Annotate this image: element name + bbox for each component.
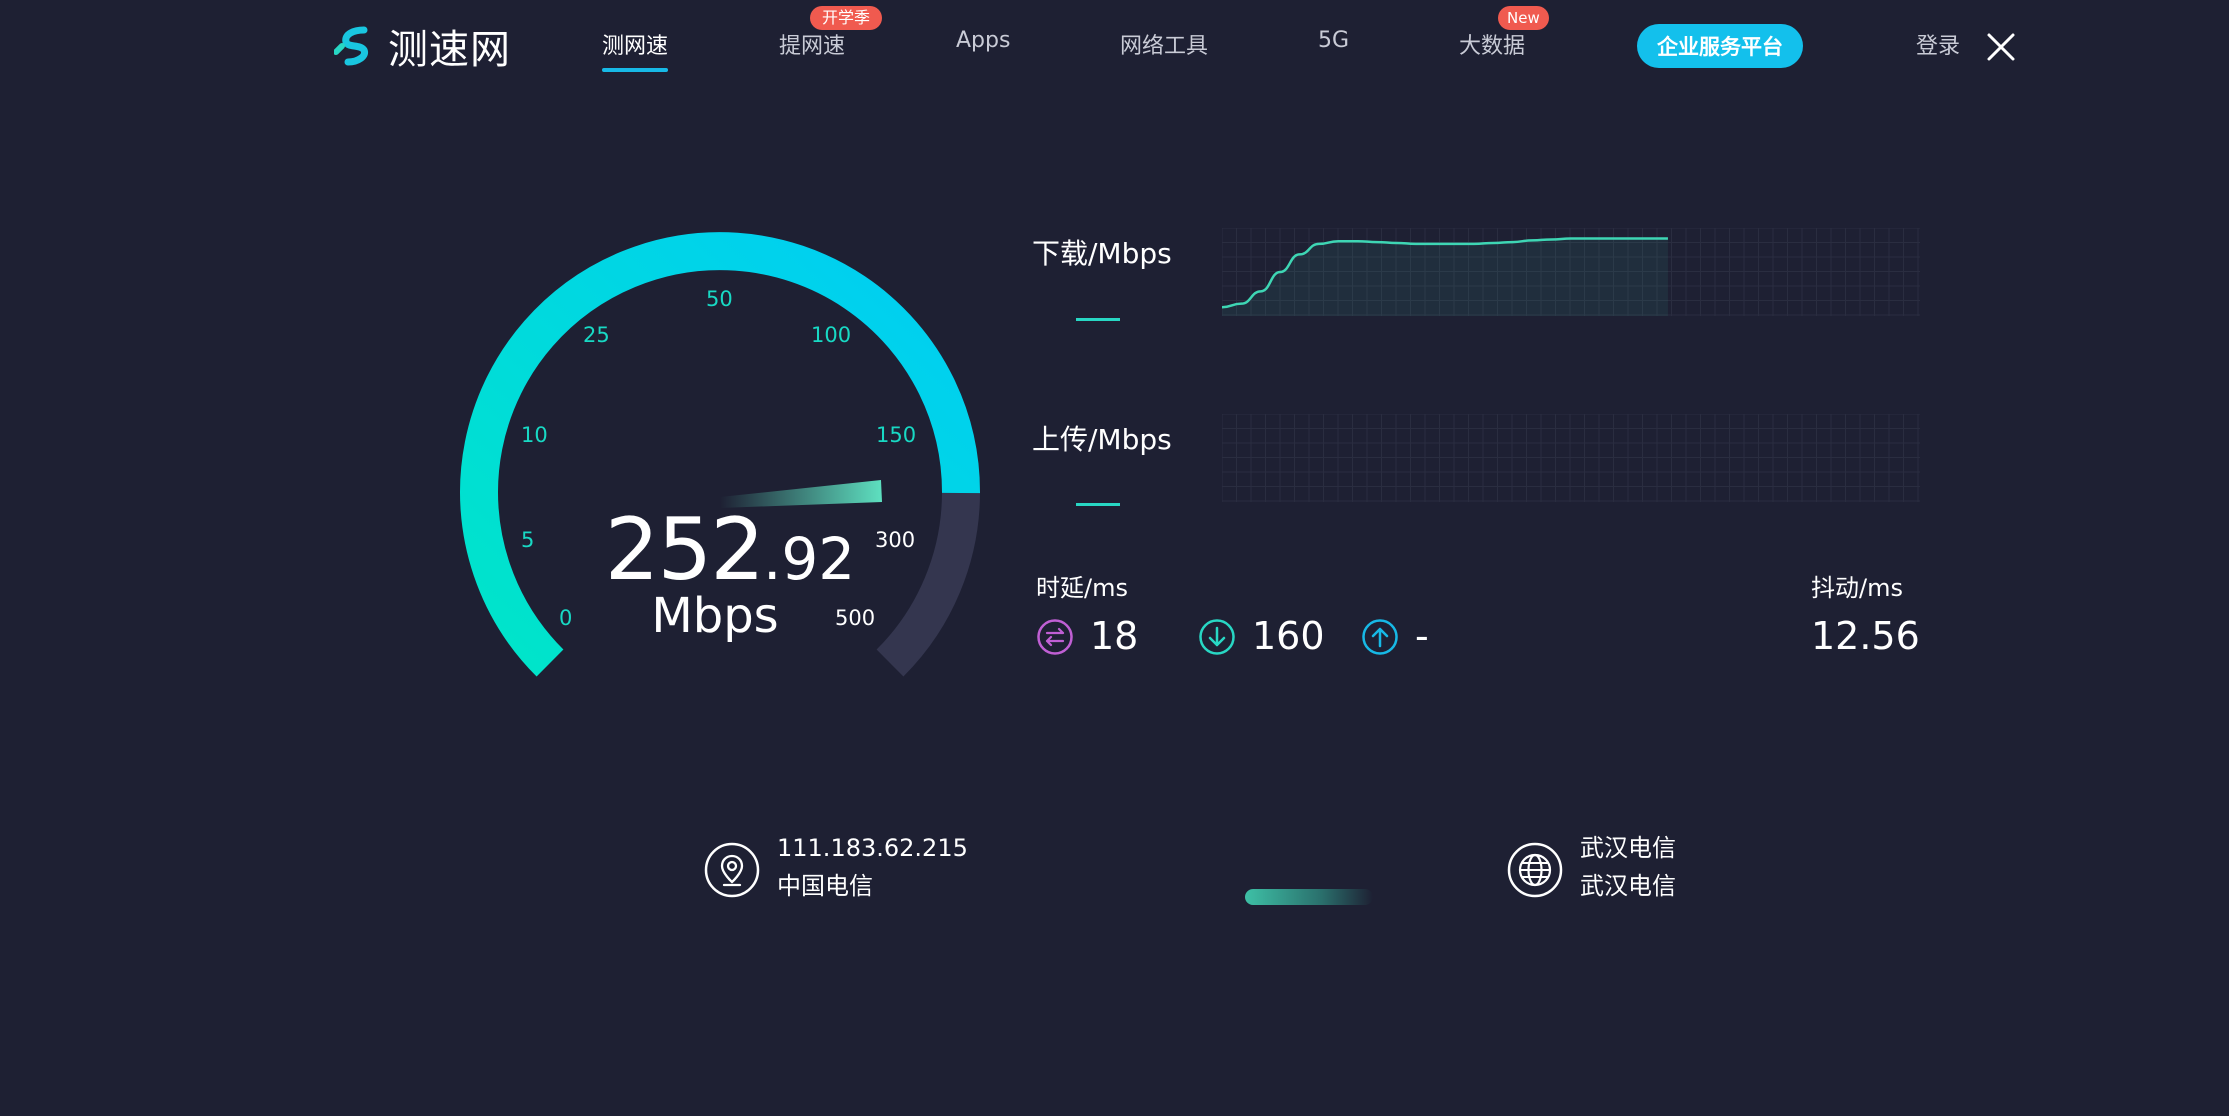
jitter-value: 12.56 — [1811, 614, 1920, 658]
gauge-tick: 0 — [559, 606, 573, 630]
speed-readout: 252.92 — [580, 500, 880, 600]
gauge-tick: 25 — [583, 323, 610, 347]
gauge-tick: 50 — [706, 287, 733, 311]
new-badge: New — [1498, 6, 1549, 30]
server-info: 武汉电信 武汉电信 — [1580, 829, 1676, 905]
nav-label: Apps — [956, 28, 1011, 53]
client-info: 111.183.62.215 中国电信 — [777, 829, 968, 905]
upload-chart — [1222, 414, 1920, 502]
download-value-placeholder — [1076, 318, 1120, 321]
jitter-label: 抖动/ms — [1811, 574, 1903, 602]
logo-text: 测速网 — [388, 27, 511, 73]
download-latency-value: 160 — [1252, 614, 1325, 658]
nav-boost-speed[interactable]: 提网速 — [779, 28, 845, 60]
gauge-track — [876, 492, 980, 677]
server-isp: 武汉电信 — [1580, 872, 1676, 900]
logo-icon — [334, 26, 369, 66]
upload-latency-value: - — [1415, 614, 1429, 658]
client-isp: 中国电信 — [777, 872, 873, 900]
ping-value: 18 — [1090, 614, 1139, 658]
upload-value-placeholder — [1076, 503, 1120, 506]
speed-unit: Mbps — [651, 588, 779, 644]
nav-5g[interactable]: 5G — [1318, 28, 1349, 53]
download-label: 下载/Mbps — [1032, 237, 1172, 270]
promo-badge: 开学季 — [810, 6, 883, 30]
site-logo[interactable]: 测速网 — [334, 22, 534, 73]
nav-big-data[interactable]: 大数据 — [1459, 28, 1525, 60]
gauge-tick: 100 — [811, 323, 852, 347]
server-name: 武汉电信 — [1580, 834, 1676, 862]
login-link[interactable]: 登录 — [1916, 28, 1960, 60]
enterprise-platform-button[interactable]: 企业服务平台 — [1637, 24, 1803, 68]
nav-speed-test[interactable]: 测网速 — [602, 28, 669, 72]
speed-integer: 252 — [604, 500, 765, 600]
upload-label: 上传/Mbps — [1032, 423, 1172, 456]
active-underline — [602, 68, 669, 72]
nav-label: 测网速 — [602, 34, 669, 59]
close-icon[interactable] — [1986, 32, 2016, 62]
download-chart — [1222, 228, 1920, 316]
ping-icon — [1037, 619, 1073, 655]
nav-label: 提网速 — [779, 34, 846, 59]
download-arrow-icon — [1199, 619, 1235, 655]
nav-label: 5G — [1318, 28, 1350, 53]
nav-network-tools[interactable]: 网络工具 — [1120, 28, 1208, 60]
client-ip: 111.183.62.215 — [777, 834, 968, 862]
speed-decimal: .92 — [762, 525, 856, 593]
globe-icon — [1507, 842, 1563, 898]
gauge-tick: 5 — [521, 528, 535, 552]
gauge-tick: 10 — [521, 423, 548, 447]
gauge-tick: 300 — [875, 528, 916, 552]
location-pin-icon — [704, 842, 760, 898]
nav-apps[interactable]: Apps — [956, 28, 1010, 53]
nav-label: 大数据 — [1459, 34, 1526, 59]
upload-arrow-icon — [1362, 619, 1398, 655]
chart-grid — [1222, 414, 1920, 502]
nav-label: 网络工具 — [1120, 34, 1209, 59]
latency-label: 时延/ms — [1036, 574, 1128, 602]
gauge-tick: 150 — [876, 423, 917, 447]
download-area — [1222, 238, 1668, 316]
loading-indicator — [1245, 889, 1373, 905]
